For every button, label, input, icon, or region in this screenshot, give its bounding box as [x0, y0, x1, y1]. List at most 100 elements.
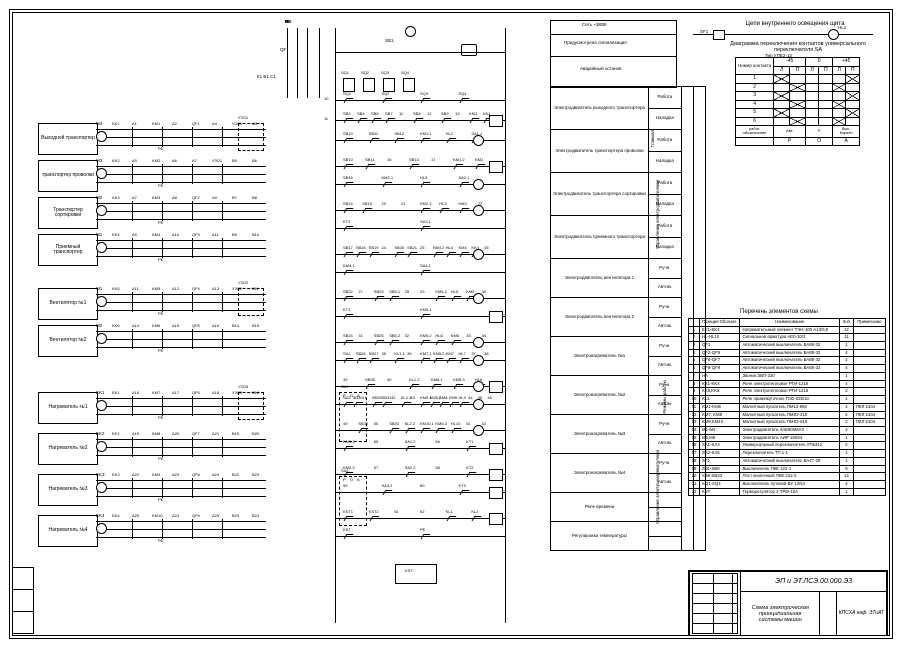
ref-0-3: A2 — [172, 122, 177, 126]
ref-1-0: KK2 — [112, 159, 120, 163]
ref-1-4: A7 — [192, 159, 197, 163]
left-label-4: Вентилятор №1 — [38, 288, 98, 320]
ref-4-5: A13 — [212, 287, 219, 291]
ctrl-18-3: KT3 — [459, 484, 466, 488]
ctrl-14-15: 46 — [487, 396, 491, 400]
ctrl-12-8: KM7 — [446, 352, 454, 356]
ctrl-3-6: KM2 — [475, 158, 483, 162]
ctrl-15-7: HL10 — [451, 422, 461, 426]
ctrl-19-3: 62 — [420, 510, 424, 514]
ctrl-2-1: SB11 — [369, 132, 379, 136]
ref-1-5: УЗО1 — [212, 159, 222, 163]
ctrl-16-3: 56 — [435, 440, 439, 444]
left-label-7: Нагреватель №2 — [38, 433, 98, 465]
ref-5-0: KK6 — [112, 324, 120, 328]
ref-0-0: KK1 — [112, 122, 120, 126]
ctrl-3-2: 16 — [387, 158, 391, 162]
ref-2-7: B8 — [252, 196, 257, 200]
left-label-0: Выходной транспортер — [38, 123, 98, 155]
ctrl-1-4: 11 — [399, 112, 403, 116]
ctrl-13-2: 40 — [387, 378, 391, 382]
ref-7-6: B19 — [232, 432, 239, 436]
ref-5-7: B15 — [252, 324, 259, 328]
ref-0-2: KM1 — [152, 122, 160, 126]
ctrl-8-1: SA4.1 — [420, 264, 431, 268]
ref-5-4: QF5 — [192, 324, 200, 328]
ref-9-0: EK4 — [112, 514, 120, 518]
ref-5-1: A14 — [132, 324, 139, 328]
ctrl-13-5: KM5.3 — [453, 378, 465, 382]
stop-note: Аварийный останов — [580, 67, 622, 72]
ref-8-0: EK3 — [112, 473, 120, 477]
ctrl-4-3: SA2.1 — [459, 176, 470, 180]
ctrl-11-2: SB25 — [374, 334, 384, 338]
title-block: ЭП и ЭТ.ЛСЭ.00.000.Э3 Схема электрическа… — [688, 570, 888, 636]
ctrl-0-1: SQ2 — [382, 92, 390, 96]
ref-7-4: QF7 — [192, 432, 200, 436]
ref-9-4: QF9 — [192, 514, 200, 518]
ctrl-5-6: KM3 — [459, 202, 467, 206]
ctrl-10-1: KM5.1 — [420, 308, 432, 312]
ref-9-6: B23 — [232, 514, 239, 518]
ctrl-15-5: KM10.1 — [420, 422, 434, 426]
ctrl-0-0: SQ1 — [343, 92, 351, 96]
ctrl-11-0: SB24 — [343, 334, 353, 338]
ctrl-2-3: KM1.1 — [420, 132, 432, 136]
net-note: Сеть ~380В — [582, 23, 606, 28]
ctrl-9-1: 27 — [358, 290, 362, 294]
ctrl-12-11: 38 — [484, 352, 488, 356]
ref-0-4: QF1 — [192, 122, 200, 126]
hl-circuit-title: Цепи внутреннего освещения щита — [720, 21, 870, 28]
ctrl-13-4: KM8.1 — [431, 378, 443, 382]
ctrl-9-5: 29 — [420, 290, 424, 294]
left-label-9: Нагреватель №4 — [38, 515, 98, 547]
ref-6-4: QF6 — [192, 391, 200, 395]
ref-8-1: A22 — [132, 473, 139, 477]
ref-8-7: B23 — [252, 473, 259, 477]
ctrl-1-8: 13 — [455, 112, 459, 116]
hl1-label: HL1 — [838, 26, 846, 31]
ctrl-7-6: 25 — [420, 246, 424, 250]
ctrl-15-6: KM5.3 — [435, 422, 447, 426]
ref-1-2: KM2 — [152, 159, 160, 163]
ctrl-3-1: SB11 — [365, 158, 375, 162]
ref-6-1: A16 — [132, 391, 139, 395]
ctrl-5-3: 21 — [401, 202, 405, 206]
ctrl-12-7: KM5.2 — [433, 352, 445, 356]
ref-5-2: KM6 — [152, 324, 160, 328]
ctrl-6-0: KT2 — [343, 220, 350, 224]
ctrl-9-0: SB22 — [343, 290, 353, 294]
ctrl-7-8: HL4 — [446, 246, 453, 250]
ref-9-7: B24 — [252, 514, 259, 518]
ctrl-9-8: KM5 — [466, 290, 474, 294]
ref-7-2: KM8 — [152, 432, 160, 436]
ctrl-17-3: 58 — [435, 466, 439, 470]
ctrl-3-5: KM1.2 — [453, 158, 465, 162]
sa-table-caption: Тип УПЕ2-12 — [765, 54, 792, 59]
ctrl-16-2: SA1.2 — [405, 440, 416, 444]
ref-8-3: A23 — [172, 473, 179, 477]
ctrl-12-3: 35 — [382, 352, 386, 356]
sa-diag-title: Диаграмма переключения контактов универс… — [718, 41, 878, 53]
ctrl-14-13: 44 — [468, 396, 472, 400]
ctrl-17-2: SA2.2 — [405, 466, 416, 470]
ctrl-3-4: 17 — [431, 158, 435, 162]
ref-7-7: B20 — [252, 432, 259, 436]
sb1-label: SB1 — [385, 39, 394, 44]
ref-1-3: A6 — [172, 159, 177, 163]
ctrl-2-4: HL2 — [446, 132, 453, 136]
ctrl-17-4: KT2 — [466, 466, 473, 470]
ctrl-5-2: 20 — [382, 202, 386, 206]
ctrl-11-5: KM5.2 — [420, 334, 432, 338]
ctrl-16-1: 55 — [374, 440, 378, 444]
ctrl-14-10: KM8 — [439, 396, 447, 400]
ctrl-7-7: KM3.2 — [433, 246, 445, 250]
ctrl-7-5: SB21 — [407, 246, 417, 250]
ctrl-0-3: SQ4 — [459, 92, 467, 96]
sa-diagram-table: Номер контакта -45 0 +45 ЛП ЛП ЛП 1 2 3 … — [735, 57, 860, 146]
ref-2-5: A9 — [212, 196, 217, 200]
ref-3-6: B9 — [232, 233, 237, 237]
ctrl-7-9: KM4 — [459, 246, 467, 250]
ctrl-13-0: 39 — [343, 378, 347, 382]
ctrl-15-2: 50 — [374, 422, 378, 426]
